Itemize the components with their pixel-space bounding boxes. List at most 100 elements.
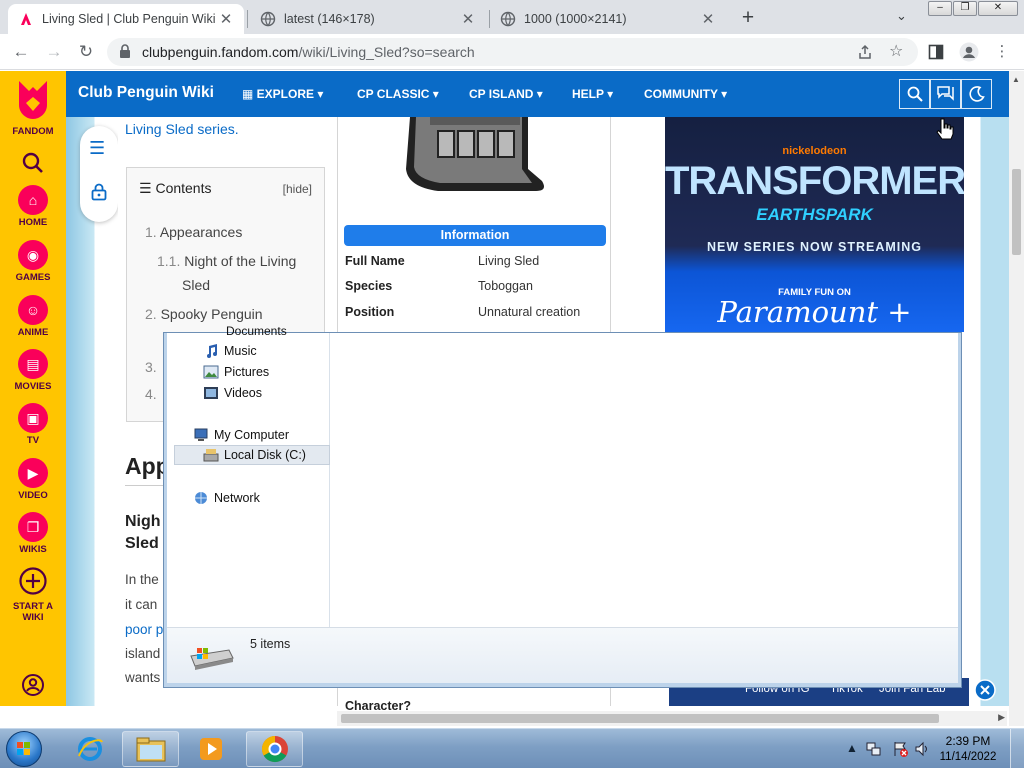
- scroll-right-arrow-icon[interactable]: ▶: [998, 712, 1005, 723]
- video-icon: ▶: [18, 458, 48, 488]
- vertical-scroll-thumb[interactable]: [1012, 169, 1021, 255]
- wiki-title-link[interactable]: Club Penguin Wiki: [78, 84, 214, 102]
- nav-help[interactable]: HELP ▾: [572, 87, 613, 101]
- toc-entry-continued[interactable]: Sled: [182, 277, 210, 293]
- tree-item-local-disk[interactable]: Local Disk (C:): [174, 445, 330, 465]
- rail-item-games[interactable]: ◉ GAMES: [0, 240, 66, 283]
- fandom-logo[interactable]: FANDOM: [0, 79, 66, 137]
- taskbar-app-chrome[interactable]: [246, 731, 303, 767]
- theme-toggle-button[interactable]: [961, 79, 992, 109]
- browser-toolbar: ← → ↻ clubpenguin.fandom.com/wiki/Living…: [0, 34, 1024, 70]
- start-button[interactable]: [6, 731, 42, 767]
- horizontal-scrollbar[interactable]: ▶: [337, 711, 1007, 726]
- toc-entry[interactable]: 4.: [145, 386, 157, 402]
- tree-item-label: Local Disk (C:): [224, 448, 306, 462]
- tree-item-network[interactable]: Network: [193, 488, 260, 508]
- living-sled-image[interactable]: [398, 117, 548, 197]
- close-window-button[interactable]: ✕: [978, 1, 1018, 16]
- infobox-key: Species: [345, 279, 393, 293]
- tree-item-music[interactable]: Music: [203, 341, 257, 361]
- tab-close-icon[interactable]: ✕: [700, 10, 716, 28]
- clock-date[interactable]: 11/14/2022: [934, 751, 1002, 763]
- toc-entry[interactable]: 1.1. Night of the Living: [157, 253, 296, 269]
- tab-title: Living Sled | Club Penguin Wiki |: [42, 12, 218, 26]
- tab-1000[interactable]: 1000 (1000×2141) ✕: [490, 4, 726, 34]
- tab-search-chevron-icon[interactable]: ⌄: [896, 8, 907, 24]
- subheading-line-1: Nigh: [125, 513, 161, 530]
- network-icon: [195, 492, 207, 504]
- tree-item-label: My Computer: [214, 428, 290, 442]
- rail-item-movies[interactable]: ▤ MOVIES: [0, 349, 66, 392]
- show-desktop-button[interactable]: [1010, 729, 1024, 768]
- toc-entry[interactable]: 3.: [145, 359, 157, 375]
- browser-menu-icon[interactable]: ⋮: [991, 41, 1013, 63]
- rail-item-tv[interactable]: ▣ TV: [0, 403, 66, 446]
- reload-icon[interactable]: ↻: [75, 41, 97, 63]
- profile-avatar-icon[interactable]: [959, 42, 979, 62]
- wiki-search-button[interactable]: [899, 79, 930, 109]
- nav-explore[interactable]: ▦ EXPLORE ▾: [242, 87, 323, 101]
- horizontal-scroll-thumb[interactable]: [341, 714, 939, 723]
- toc-entry[interactable]: 2. Spooky Penguin: [145, 306, 263, 322]
- tree-item-documents-partial[interactable]: Documents: [226, 324, 287, 336]
- body-link[interactable]: poor p: [125, 622, 163, 637]
- volume-icon[interactable]: [914, 741, 930, 757]
- rail-item-label: TV: [26, 435, 40, 446]
- scroll-up-arrow-icon[interactable]: ▲: [1012, 75, 1020, 84]
- rail-item-wikis[interactable]: ❐ WIKIS: [0, 512, 66, 555]
- forward-arrow-icon[interactable]: →: [43, 41, 65, 63]
- restore-button[interactable]: ❐: [953, 1, 977, 16]
- lock-icon[interactable]: [119, 44, 131, 58]
- new-tab-button[interactable]: +: [737, 6, 759, 30]
- taskbar-app-media[interactable]: [182, 731, 239, 767]
- rail-item-label: GAMES: [15, 272, 51, 283]
- map-icon: ▦: [242, 87, 257, 101]
- address-bar[interactable]: clubpenguin.fandom.com/wiki/Living_Sled?…: [107, 38, 918, 66]
- tree-item-videos[interactable]: Videos: [203, 383, 262, 403]
- side-panel-icon[interactable]: [928, 44, 944, 60]
- toc-entry-number: 3.: [145, 359, 157, 375]
- tab-close-icon[interactable]: ✕: [460, 10, 476, 28]
- action-center-flag-icon[interactable]: [892, 741, 908, 757]
- lock-icon[interactable]: [91, 183, 107, 201]
- nav-cp-island[interactable]: CP ISLAND ▾: [469, 87, 543, 101]
- infobox-value-link[interactable]: Toboggan: [478, 279, 533, 293]
- rail-item-video[interactable]: ▶ VIDEO: [0, 458, 66, 501]
- drive-icon: [190, 648, 234, 670]
- rail-search[interactable]: [0, 151, 66, 180]
- toc-list-icon[interactable]: ☰: [89, 138, 105, 159]
- taskbar-app-explorer[interactable]: [122, 731, 179, 767]
- back-arrow-icon[interactable]: ←: [10, 41, 32, 63]
- minimize-button[interactable]: –: [928, 1, 952, 16]
- vertical-scrollbar[interactable]: ▲: [1009, 71, 1024, 726]
- anime-icon: ☺: [18, 295, 48, 325]
- rail-item-home[interactable]: ⌂ HOME: [0, 185, 66, 228]
- rail-user-account[interactable]: [0, 673, 66, 702]
- items-count: 5 items: [250, 637, 291, 651]
- share-icon[interactable]: [857, 44, 873, 60]
- details-pane: 5 items: [167, 627, 958, 683]
- toc-entry[interactable]: 1. Appearances: [145, 224, 242, 240]
- file-explorer-icon: [136, 737, 165, 762]
- advertisement[interactable]: nickelodeon TRANSFORMERS EARTHSPARK NEW …: [665, 117, 964, 332]
- rail-item-start-a-wiki[interactable]: START A WIKI: [0, 566, 66, 623]
- taskbar-app-ie[interactable]: [61, 731, 118, 767]
- tab-latest[interactable]: latest (146×178) ✕: [250, 4, 486, 34]
- nav-community[interactable]: COMMUNITY ▾: [644, 87, 727, 101]
- toc-hide-link[interactable]: [hide]: [283, 182, 312, 196]
- series-link[interactable]: Living Sled series.: [125, 121, 239, 137]
- clock-time[interactable]: 2:39 PM: [938, 734, 998, 748]
- tree-item-my-computer[interactable]: My Computer: [193, 425, 289, 445]
- file-explorer-window: Documents Music Pictures Videos My Compu…: [163, 324, 962, 688]
- rail-item-anime[interactable]: ☺ ANIME: [0, 295, 66, 338]
- discussions-button[interactable]: [930, 79, 961, 109]
- tab-close-icon[interactable]: ✕: [218, 10, 234, 28]
- network-tray-icon[interactable]: [866, 741, 882, 757]
- tray-chevron-icon[interactable]: ▲: [846, 741, 858, 755]
- nav-cp-classic[interactable]: CP CLASSIC ▾: [357, 87, 439, 101]
- bookmark-star-icon[interactable]: ☆: [889, 41, 903, 61]
- tab-living-sled[interactable]: Living Sled | Club Penguin Wiki | ✕: [8, 4, 244, 34]
- tree-item-pictures[interactable]: Pictures: [203, 362, 269, 382]
- close-circle-icon[interactable]: [974, 679, 996, 701]
- tree-item-label: Network: [214, 491, 260, 505]
